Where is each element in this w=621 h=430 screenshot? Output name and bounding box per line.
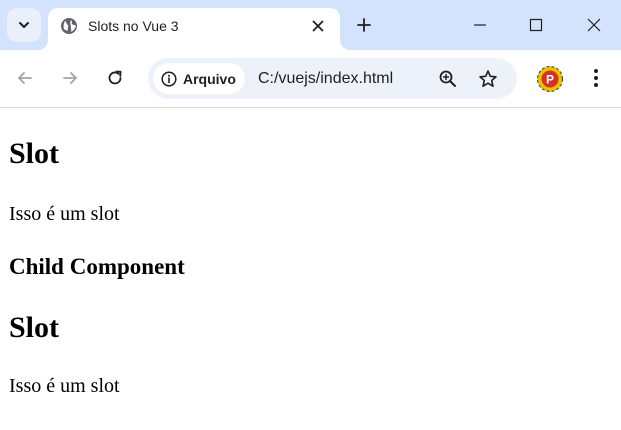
- security-chip-label: Arquivo: [183, 70, 236, 87]
- tab-strip: Slots no Vue 3: [0, 0, 621, 50]
- avatar-icon: P: [537, 66, 563, 92]
- chevron-down-icon: [19, 22, 29, 28]
- tab-title: Slots no Vue 3: [88, 18, 179, 34]
- forward-button[interactable]: [56, 64, 84, 92]
- browser-menu-button[interactable]: [582, 64, 610, 92]
- star-icon: [479, 70, 497, 87]
- bookmark-button[interactable]: [476, 67, 500, 91]
- slot-text-1: Isso é um slot: [9, 203, 120, 225]
- zoom-in-icon: [439, 70, 456, 87]
- slot-heading-1: Slot: [9, 137, 60, 170]
- reload-icon: [108, 70, 122, 85]
- reload-button[interactable]: [101, 64, 129, 92]
- close-icon: [312, 20, 324, 32]
- maximize-button[interactable]: [516, 6, 556, 44]
- tab-close-button[interactable]: [308, 16, 328, 36]
- minimize-icon: [474, 24, 486, 26]
- slot-heading-2: Slot: [9, 311, 60, 344]
- browser-tab[interactable]: Slots no Vue 3: [48, 8, 340, 50]
- child-component-heading: Child Component: [9, 254, 185, 279]
- new-tab-button[interactable]: [350, 11, 378, 39]
- url-text[interactable]: C:/vuejs/index.html: [258, 69, 393, 88]
- globe-icon: [61, 18, 77, 34]
- browser-toolbar: Arquivo C:/vuejs/index.html P: [0, 50, 621, 108]
- plus-icon: [357, 18, 371, 32]
- kebab-menu-icon: [594, 69, 598, 87]
- zoom-button[interactable]: [436, 67, 460, 91]
- slot-text-2: Isso é um slot: [9, 375, 120, 397]
- maximize-icon: [529, 18, 543, 32]
- profile-initial: P: [546, 73, 554, 87]
- site-info-chip[interactable]: Arquivo: [153, 63, 245, 94]
- profile-avatar[interactable]: P: [537, 66, 563, 92]
- address-bar[interactable]: Arquivo C:/vuejs/index.html: [148, 58, 517, 99]
- close-icon: [587, 18, 601, 32]
- info-icon: [161, 70, 177, 87]
- minimize-button[interactable]: [460, 6, 500, 44]
- window-close-button[interactable]: [574, 6, 614, 44]
- arrow-left-icon: [18, 72, 32, 84]
- tab-search-button[interactable]: [7, 8, 41, 42]
- arrow-right-icon: [63, 72, 77, 84]
- back-button[interactable]: [11, 64, 39, 92]
